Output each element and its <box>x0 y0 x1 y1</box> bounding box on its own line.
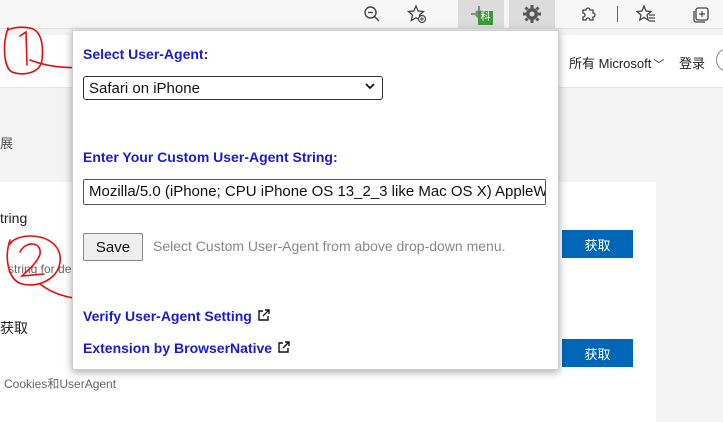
extension-by-browsernative-link[interactable]: Extension by BrowserNative <box>83 340 290 357</box>
external-link-icon <box>257 309 270 325</box>
string-heading: tring <box>0 210 28 226</box>
collections-icon[interactable] <box>690 2 714 26</box>
settings-gear-icon[interactable] <box>520 2 544 26</box>
add-favorite-icon[interactable] <box>405 2 429 26</box>
save-hint: Select Custom User-Agent from above drop… <box>153 238 506 254</box>
verify-user-agent-label: Verify User-Agent Setting <box>83 308 252 324</box>
nav-all-microsoft-label: 所有 Microsoft <box>569 56 652 71</box>
nav-login[interactable]: 登录 <box>679 53 705 72</box>
external-link-icon <box>277 341 290 357</box>
nav-all-microsoft[interactable]: 所有 Microsoft ﹀ <box>569 53 664 72</box>
side-text: 展 <box>0 136 14 151</box>
extension-by-label: Extension by BrowserNative <box>83 340 273 356</box>
user-agent-popup: Select User-Agent: Safari on iPhone Ente… <box>72 30 559 370</box>
fetch-heading: 获取 <box>0 320 28 336</box>
custom-user-agent-label: Enter Your Custom User-Agent String: <box>83 149 338 165</box>
chevron-down-icon: ﹀ <box>653 59 665 71</box>
custom-user-agent-input[interactable]: Mozilla/5.0 (iPhone; CPU iPhone OS 13_2_… <box>83 179 546 205</box>
toolbar-divider <box>617 6 618 22</box>
string-description: string for de <box>8 262 72 276</box>
cookies-description: Cookies和UserAgent <box>4 377 117 391</box>
extensions-puzzle-icon[interactable] <box>577 2 601 26</box>
zoom-out-icon[interactable] <box>360 2 384 26</box>
verify-user-agent-link[interactable]: Verify User-Agent Setting <box>83 308 270 325</box>
get-button-1[interactable]: 获取 <box>562 230 633 258</box>
select-user-agent-label: Select User-Agent: <box>83 46 209 62</box>
chevron-down-icon <box>364 80 376 95</box>
browser-toolbar: 科 <box>0 0 723 29</box>
favorites-icon[interactable] <box>634 2 658 26</box>
get-button-2[interactable]: 获取 <box>562 339 633 367</box>
user-agent-select[interactable]: Safari on iPhone <box>83 76 383 100</box>
extension-badge: 科 <box>478 11 493 25</box>
user-agent-select-value: Safari on iPhone <box>89 79 200 97</box>
save-button[interactable]: Save <box>83 233 143 261</box>
